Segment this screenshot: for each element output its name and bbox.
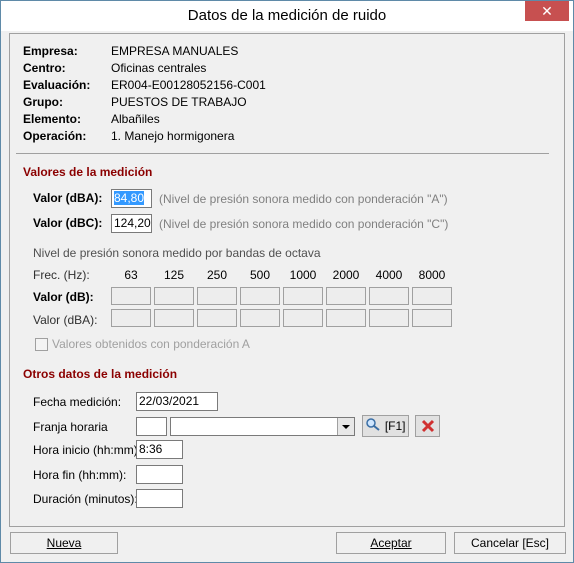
- delete-button[interactable]: [415, 415, 440, 437]
- dbc-label: Valor (dBC):: [33, 216, 103, 230]
- octave-db-cell[interactable]: [326, 287, 366, 305]
- octave-title: Nivel de presión sonora medido por banda…: [33, 246, 321, 260]
- hora-fin-label: Hora fin (hh:mm):: [33, 468, 127, 482]
- info-label: Grupo:: [23, 95, 63, 109]
- search-f1-button[interactable]: [F1]: [362, 415, 409, 437]
- freq-header: 125: [163, 268, 185, 282]
- franja-select[interactable]: [170, 417, 355, 436]
- freq-label: Frec. (Hz):: [33, 268, 90, 282]
- freq-header: 500: [249, 268, 271, 282]
- section-title-medicion: Valores de la medición: [23, 165, 153, 179]
- window-title: Datos de la medición de ruido: [187, 7, 387, 24]
- info-value: ER004-E00128052156-C001: [111, 78, 266, 92]
- info-value: Oficinas centrales: [111, 61, 207, 75]
- info-value: Albañiles: [111, 112, 160, 126]
- nueva-button[interactable]: Nueva: [10, 532, 118, 554]
- f1-label: [F1]: [384, 419, 406, 433]
- duracion-label: Duración (minutos):: [33, 492, 138, 506]
- info-label: Evaluación:: [23, 78, 91, 92]
- octave-dba-cell[interactable]: [240, 309, 280, 327]
- octave-dba-cell[interactable]: [369, 309, 409, 327]
- duracion-input[interactable]: [136, 489, 183, 508]
- octave-db-cell[interactable]: [154, 287, 194, 305]
- dba-label: Valor (dBA):: [33, 191, 103, 205]
- dba-input[interactable]: 84,80: [111, 189, 152, 208]
- octave-dba-cell[interactable]: [154, 309, 194, 327]
- freq-header: 2000: [332, 268, 360, 282]
- octave-dba-cell[interactable]: [111, 309, 151, 327]
- octave-db-cell[interactable]: [283, 287, 323, 305]
- ponderacion-a-checkbox[interactable]: [35, 338, 48, 351]
- octave-dba-cell[interactable]: [283, 309, 323, 327]
- hora-inicio-input[interactable]: 8:36: [136, 440, 183, 459]
- aceptar-button[interactable]: Aceptar: [336, 532, 446, 554]
- row-db-label: Valor (dB):: [33, 290, 94, 304]
- ponderacion-a-label: Valores obtenidos con ponderación A: [52, 337, 250, 351]
- freq-header: 4000: [375, 268, 403, 282]
- close-button[interactable]: ✕: [525, 1, 569, 21]
- octave-db-cell[interactable]: [412, 287, 452, 305]
- freq-header: 1000: [289, 268, 317, 282]
- dbc-input[interactable]: 124,20: [111, 214, 152, 233]
- info-label: Elemento:: [23, 112, 82, 126]
- fecha-label: Fecha medición:: [33, 395, 122, 409]
- octave-db-cell[interactable]: [369, 287, 409, 305]
- fecha-input[interactable]: 22/03/2021: [136, 392, 218, 411]
- row-dba-label: Valor (dBA):: [33, 313, 98, 327]
- hora-fin-input[interactable]: [136, 465, 183, 484]
- info-value: PUESTOS DE TRABAJO: [111, 95, 247, 109]
- octave-dba-cell[interactable]: [412, 309, 452, 327]
- cancelar-button[interactable]: Cancelar [Esc]: [454, 532, 566, 554]
- dbc-hint: (Nivel de presión sonora medido con pond…: [159, 217, 449, 231]
- delete-x-icon: [421, 419, 435, 436]
- octave-db-cell[interactable]: [240, 287, 280, 305]
- close-icon: ✕: [541, 3, 553, 19]
- franja-code-input[interactable]: [136, 417, 167, 436]
- octave-db-cell[interactable]: [197, 287, 237, 305]
- info-label: Centro:: [23, 61, 66, 75]
- freq-header: 63: [124, 268, 138, 282]
- info-value: EMPRESA MANUALES: [111, 44, 239, 58]
- chevron-down-icon[interactable]: [337, 418, 354, 435]
- octave-dba-cell[interactable]: [326, 309, 366, 327]
- dba-hint: (Nivel de presión sonora medido con pond…: [159, 192, 448, 206]
- octave-dba-cell[interactable]: [197, 309, 237, 327]
- freq-header: 8000: [418, 268, 446, 282]
- section-title-otros: Otros datos de la medición: [23, 367, 178, 381]
- divider: [16, 153, 549, 154]
- info-label: Empresa:: [23, 44, 78, 58]
- search-icon: [365, 417, 381, 437]
- octave-db-cell[interactable]: [111, 287, 151, 305]
- franja-label: Franja horaria: [33, 420, 108, 434]
- freq-header: 250: [206, 268, 228, 282]
- info-value: 1. Manejo hormigonera: [111, 129, 235, 143]
- dialog-content: Empresa: EMPRESA MANUALES Centro: Oficinas …: [9, 33, 565, 527]
- hora-inicio-label: Hora inicio (hh:mm):: [33, 443, 142, 457]
- title-bar: Datos de la medición de ruido ✕: [1, 1, 573, 31]
- dialog-window: Datos de la medición de ruido ✕ Empresa:…: [0, 0, 574, 563]
- info-label: Operación:: [23, 129, 87, 143]
